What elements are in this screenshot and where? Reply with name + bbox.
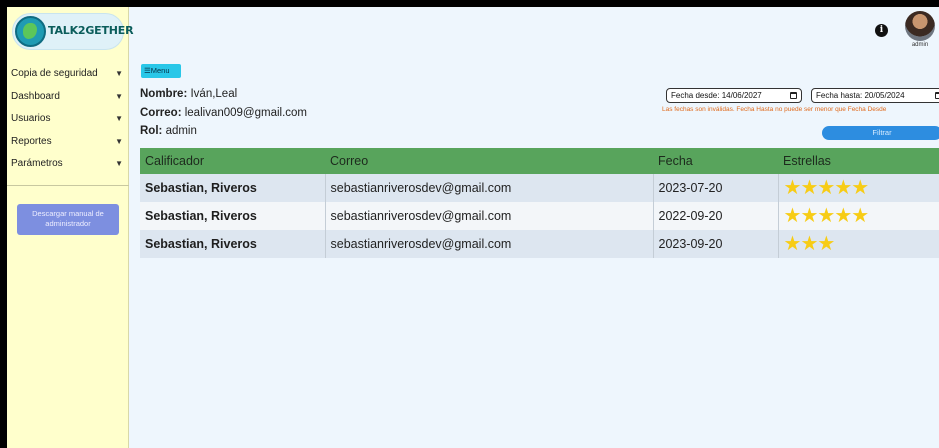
- column-header-rater: Calificador: [140, 148, 325, 174]
- date-from-value: 14/06/2027: [721, 91, 762, 100]
- globe-icon: [15, 16, 46, 47]
- table-header-row: Calificador Correo Fecha Estrellas: [140, 148, 939, 174]
- star-icon: ★: [817, 233, 835, 255]
- column-header-stars: Estrellas: [778, 148, 939, 174]
- sidebar-divider: [7, 185, 129, 186]
- star-icon: ★: [800, 205, 818, 227]
- app-frame: TALK2GETHER Copia de seguridad ▼ Dashboa…: [7, 7, 939, 448]
- caret-down-icon: ▼: [115, 136, 123, 146]
- stars-cell: ★★★: [778, 230, 939, 258]
- star-icon: ★: [800, 233, 818, 255]
- email-value: lealivan009@gmail.com: [184, 107, 307, 119]
- star-icon: ★: [800, 177, 818, 199]
- menu-button[interactable]: ☰Menu: [141, 64, 181, 78]
- date-from-input[interactable]: Fecha desde: 14/06/2027: [666, 88, 802, 103]
- date-from-label: Fecha desde:: [671, 91, 720, 100]
- star-icon: ★: [851, 177, 869, 199]
- sidebar-item-label: Usuarios: [11, 112, 51, 124]
- profile-name: Nombre: Iván,Leal: [140, 88, 237, 100]
- date-cell: 2022-09-20: [653, 202, 779, 230]
- email-cell: sebastianriverosdev@gmail.com: [325, 174, 654, 202]
- date-to-label: Fecha hasta:: [816, 91, 863, 100]
- ratings-table: Calificador Correo Fecha Estrellas Sebas…: [140, 148, 939, 258]
- filter-button[interactable]: Filtrar: [822, 126, 939, 140]
- star-icon: ★: [817, 177, 835, 199]
- calendar-icon[interactable]: [790, 92, 797, 99]
- app-logo[interactable]: TALK2GETHER: [12, 13, 134, 50]
- calendar-icon[interactable]: [935, 92, 939, 99]
- stars-cell: ★★★★★: [778, 174, 939, 202]
- table-row: Sebastian, Riveros sebastianriverosdev@g…: [140, 230, 939, 258]
- column-header-email: Correo: [325, 148, 653, 174]
- logo-text: TALK2GETHER: [48, 24, 134, 37]
- download-manual-button[interactable]: Descargar manual de administrador: [17, 204, 119, 235]
- role-label: Rol:: [140, 125, 163, 137]
- caret-down-icon: ▼: [115, 68, 123, 78]
- table-row: Sebastian, Riveros sebastianriverosdev@g…: [140, 174, 939, 202]
- date-validation-warning: Las fechas son inválidas. Fecha Hasta no…: [662, 106, 887, 113]
- star-icon: ★: [834, 177, 852, 199]
- stars-cell: ★★★★★: [778, 202, 939, 230]
- star-icon: ★: [783, 177, 802, 199]
- star-icon: ★: [783, 205, 802, 227]
- name-value: Iván,Leal: [190, 88, 238, 100]
- user-label: admin: [911, 42, 929, 48]
- date-cell: 2023-07-20: [653, 174, 779, 202]
- sidebar-item-backup[interactable]: Copia de seguridad ▼: [11, 64, 123, 82]
- caret-down-icon: ▼: [115, 113, 123, 123]
- column-header-date: Fecha: [653, 148, 778, 174]
- sidebar-item-users[interactable]: Usuarios ▼: [11, 109, 123, 127]
- email-cell: sebastianriverosdev@gmail.com: [325, 202, 654, 230]
- sidebar-item-label: Parámetros: [11, 157, 63, 169]
- star-icon: ★: [817, 205, 835, 227]
- date-to-input[interactable]: Fecha hasta: 20/05/2024: [811, 88, 939, 103]
- info-icon[interactable]: i: [875, 24, 888, 37]
- date-cell: 2023-09-20: [653, 230, 779, 258]
- sidebar: TALK2GETHER Copia de seguridad ▼ Dashboa…: [7, 7, 134, 448]
- caret-down-icon: ▼: [115, 91, 123, 101]
- name-label: Nombre:: [140, 88, 188, 100]
- star-icon: ★: [851, 205, 869, 227]
- star-icon: ★: [783, 233, 802, 255]
- star-icon: ★: [834, 205, 852, 227]
- sidebar-item-label: Reportes: [11, 135, 52, 147]
- profile-role: Rol: admin: [140, 125, 197, 137]
- rater-cell: Sebastian, Riveros: [140, 230, 326, 258]
- rater-cell: Sebastian, Riveros: [140, 202, 326, 230]
- email-cell: sebastianriverosdev@gmail.com: [325, 230, 654, 258]
- sidebar-item-parameters[interactable]: Parámetros ▼: [11, 154, 123, 172]
- date-to-value: 20/05/2024: [864, 91, 905, 100]
- table-row: Sebastian, Riveros sebastianriverosdev@g…: [140, 202, 939, 230]
- sidebar-item-label: Copia de seguridad: [11, 67, 98, 79]
- rater-cell: Sebastian, Riveros: [140, 174, 326, 202]
- sidebar-item-dashboard[interactable]: Dashboard ▼: [11, 87, 123, 105]
- email-label: Correo:: [140, 107, 182, 119]
- avatar[interactable]: [905, 11, 935, 41]
- sidebar-item-label: Dashboard: [11, 90, 60, 102]
- role-value: admin: [165, 125, 197, 137]
- profile-email: Correo: lealivan009@gmail.com: [140, 107, 307, 119]
- sidebar-item-reports[interactable]: Reportes ▼: [11, 132, 123, 150]
- caret-down-icon: ▼: [115, 158, 123, 168]
